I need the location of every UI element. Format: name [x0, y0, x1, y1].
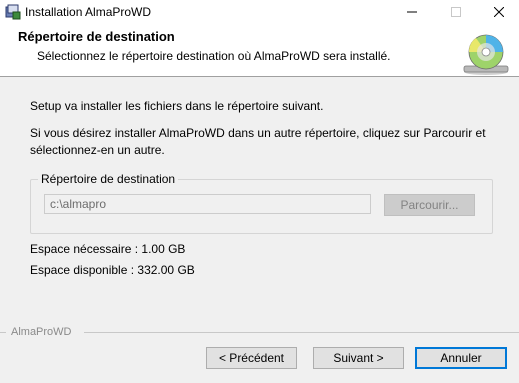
instructions-text: Si vous désirez installer AlmaProWD dans…: [30, 126, 486, 157]
brand-label: AlmaProWD: [11, 326, 72, 338]
minimize-icon: [407, 11, 417, 13]
wizard-header: Répertoire de destination Sélectionnez l…: [0, 24, 519, 77]
destination-path-field[interactable]: [44, 194, 371, 214]
page-subtitle: Sélectionnez le répertoire destination o…: [37, 49, 391, 63]
footer-divider-left: [0, 332, 6, 333]
footer-divider: [84, 332, 519, 333]
window-title: Installation AlmaProWD: [25, 5, 152, 19]
cancel-button[interactable]: Annuler: [415, 347, 507, 369]
cd-install-icon: [463, 34, 509, 75]
maximize-icon: [451, 7, 461, 17]
installer-icon: [5, 4, 21, 20]
space-required: Espace nécessaire : 1.00 GB: [30, 242, 186, 256]
title-bar[interactable]: Installation AlmaProWD: [0, 0, 519, 24]
page-title: Répertoire de destination: [18, 29, 175, 44]
space-available: Espace disponible : 332.00 GB: [30, 263, 195, 277]
close-icon: [494, 7, 504, 17]
destination-group-label: Répertoire de destination: [38, 172, 179, 186]
back-button[interactable]: < Précédent: [206, 347, 297, 369]
close-button[interactable]: [479, 0, 519, 24]
intro-text: Setup va installer les fichiers dans le …: [30, 99, 324, 113]
maximize-button[interactable]: [436, 0, 476, 24]
browse-button[interactable]: Parcourir...: [384, 194, 475, 216]
minimize-button[interactable]: [392, 0, 432, 24]
next-button[interactable]: Suivant >: [313, 347, 404, 369]
